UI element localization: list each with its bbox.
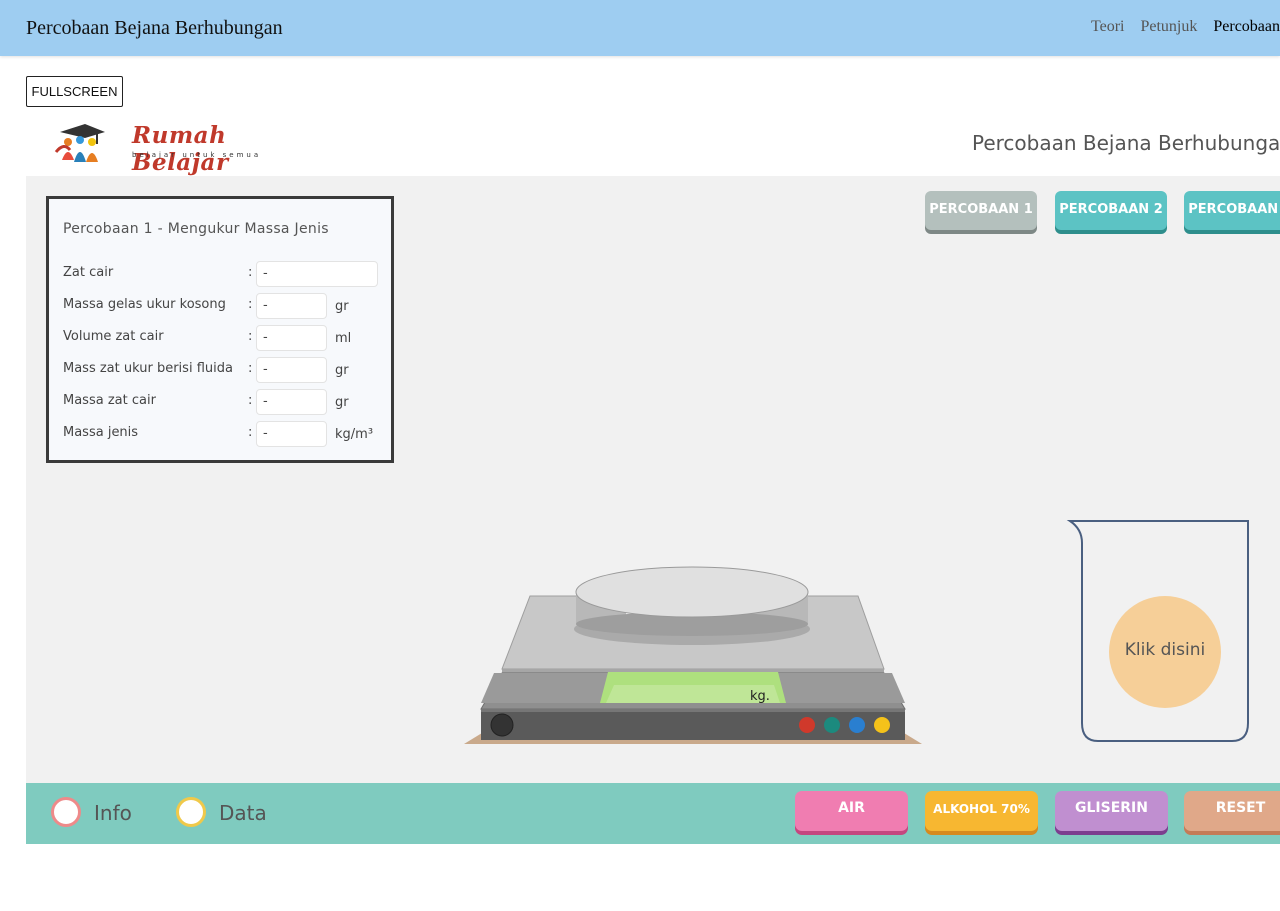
info-label: Info [94, 801, 132, 825]
row-colon: : [248, 393, 253, 408]
row-value: - [256, 293, 327, 319]
data-label: Data [219, 801, 267, 825]
nav-link-teori[interactable]: Teori [1091, 18, 1125, 36]
row-zat-cair: Zat cair : - [63, 261, 393, 287]
logo-figures-icon [54, 124, 105, 162]
row-unit: ml [335, 331, 352, 346]
row-value: - [256, 261, 378, 287]
gliserin-button[interactable]: GLISERIN [1055, 791, 1168, 831]
info-toggle[interactable] [51, 797, 81, 827]
row-label: Volume zat cair [63, 329, 164, 344]
row-value: - [256, 325, 327, 351]
nav-link-percobaan[interactable]: Percobaan [1213, 18, 1280, 36]
scale-unit-label: kg. [750, 689, 770, 704]
row-label: Mass zat ukur berisi fluida [63, 361, 233, 376]
data-toggle[interactable] [176, 797, 206, 827]
row-massa-gelas-kosong: Massa gelas ukur kosong : - gr [63, 293, 393, 319]
navbar-brand[interactable]: Percobaan Bejana Berhubungan [26, 17, 283, 40]
scale-red-button[interactable] [799, 717, 815, 733]
digital-scale: kg. [464, 566, 922, 744]
row-value: - [256, 389, 327, 415]
row-label: Zat cair [63, 265, 114, 280]
scale-yellow-button[interactable] [874, 717, 890, 733]
row-colon: : [248, 329, 253, 344]
row-colon: : [248, 425, 253, 440]
row-unit: gr [335, 395, 349, 410]
row-label: Massa zat cair [63, 393, 156, 408]
row-label: Massa gelas ukur kosong [63, 297, 226, 312]
simulation-header: Rumah Belajar belajar untuk semua Percob… [26, 114, 1280, 176]
row-unit: gr [335, 363, 349, 378]
row-colon: : [248, 297, 253, 312]
row-mass-berisi-fluida: Mass zat ukur berisi fluida : - gr [63, 357, 393, 383]
simulation-stage: Percobaan 1 - Mengukur Massa Jenis Zat c… [26, 176, 1280, 784]
navbar: Percobaan Bejana Berhubungan Teori Petun… [0, 0, 1280, 56]
air-button[interactable]: AIR [795, 791, 908, 831]
row-unit: gr [335, 299, 349, 314]
row-massa-jenis: Massa jenis : - kg/m³ [63, 421, 393, 447]
row-massa-zat-cair: Massa zat cair : - gr [63, 389, 393, 415]
row-colon: : [248, 265, 253, 280]
row-label: Massa jenis [63, 425, 139, 440]
row-value: - [256, 357, 327, 383]
logo-text: Rumah Belajar [132, 122, 229, 176]
row-colon: : [248, 361, 253, 376]
scale-blue-button[interactable] [849, 717, 865, 733]
alkohol-70-button[interactable]: ALKOHOL 70% [925, 791, 1038, 831]
tab-percobaan-2[interactable]: PERCOBAAN 2 [1055, 191, 1167, 230]
rumah-belajar-logo: Rumah Belajar belajar untuk semua [50, 122, 258, 176]
bottom-toolbar: Info Data AIR ALKOHOL 70% GLISERIN RESET [26, 783, 1280, 844]
simulation-frame: Rumah Belajar belajar untuk semua Percob… [26, 114, 1280, 844]
nav-link-petunjuk[interactable]: Petunjuk [1140, 18, 1197, 36]
scale-teal-button[interactable] [824, 717, 840, 733]
row-value: - [256, 421, 327, 447]
row-unit: kg/m³ [335, 427, 374, 442]
data-panel: Percobaan 1 - Mengukur Massa Jenis Zat c… [46, 196, 394, 463]
simulation-title: Percobaan Bejana Berhubungan [972, 131, 1280, 155]
reset-button[interactable]: RESET [1184, 791, 1280, 831]
logo-subtitle: belajar untuk semua [132, 151, 262, 159]
tab-percobaan-3[interactable]: PERCOBAAN 3 [1184, 191, 1280, 230]
nav-links: Teori Petunjuk Percobaan [1091, 18, 1280, 36]
scale-power-button[interactable] [490, 713, 514, 737]
beaker-click-here-button[interactable]: Klik disini [1109, 596, 1221, 708]
row-volume-zat-cair: Volume zat cair : - ml [63, 325, 393, 351]
panel-title: Percobaan 1 - Mengukur Massa Jenis [63, 221, 329, 237]
tab-percobaan-1[interactable]: PERCOBAAN 1 [925, 191, 1037, 230]
fullscreen-button[interactable]: FULLSCREEN [26, 76, 123, 107]
